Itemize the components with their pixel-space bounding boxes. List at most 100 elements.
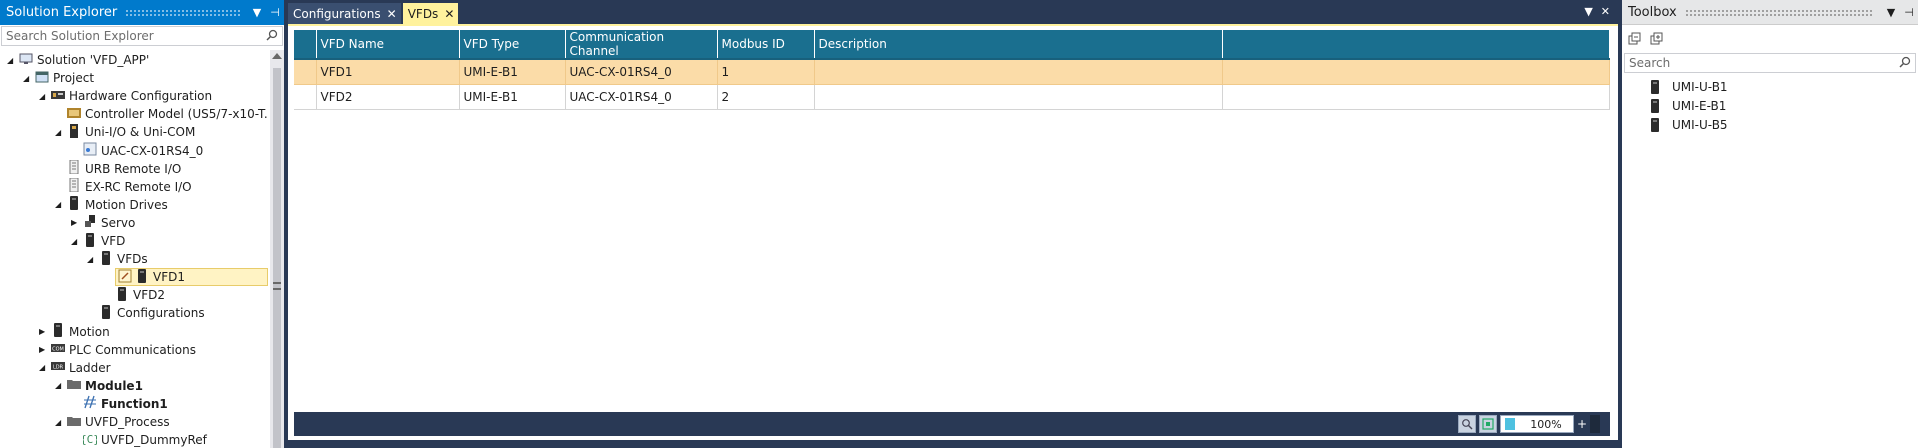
ladder-icon: LDR: [51, 359, 68, 376]
tab-configurations[interactable]: Configurations ✕: [288, 3, 401, 24]
grid-cell[interactable]: VFD2: [316, 84, 460, 110]
expanded-arrow-icon[interactable]: ◢: [55, 413, 65, 431]
tree-node[interactable]: Project: [35, 69, 94, 87]
drive-icon: [1651, 99, 1659, 113]
expanded-arrow-icon[interactable]: ◢: [71, 232, 81, 250]
tree-node[interactable]: Function1: [83, 395, 168, 413]
tree-node[interactable]: Motion Drives: [67, 196, 168, 214]
tree-node[interactable]: COM PLC Communications: [51, 341, 196, 359]
grid-cell[interactable]: [814, 59, 1223, 85]
toolbox-item[interactable]: UMI-U-B5: [1650, 115, 1728, 135]
expanded-arrow-icon[interactable]: ◢: [39, 359, 49, 377]
toolbox-item-label: UMI-E-B1: [1672, 99, 1727, 113]
toolbox-item[interactable]: UMI-E-B1: [1650, 96, 1726, 116]
collapsed-arrow-icon[interactable]: ▶: [39, 323, 49, 341]
grid-cell[interactable]: UMI-E-B1: [459, 84, 566, 110]
column-header[interactable]: Modbus ID: [717, 30, 815, 60]
panel-menu-dropdown-icon[interactable]: ▼: [1882, 6, 1900, 19]
grid-cell[interactable]: UAC-CX-01RS4_0: [565, 59, 718, 85]
expand-all-icon[interactable]: [1650, 32, 1664, 46]
tree-node[interactable]: VFD1: [115, 268, 268, 287]
tab-list-dropdown-icon[interactable]: ▼: [1584, 5, 1592, 18]
tree-node[interactable]: Module1: [67, 377, 143, 395]
search-icon[interactable]: [266, 29, 278, 41]
tree-node-label: PLC Communications: [69, 342, 196, 357]
table-row[interactable]: VFD1 UMI-E-B1 UAC-CX-01RS4_0 1: [294, 59, 1610, 85]
drive-icon: [99, 304, 116, 322]
column-header[interactable]: VFD Name: [316, 30, 460, 60]
tree-node-label: Uni-I/O & Uni-COM: [85, 125, 196, 140]
search-icon[interactable]: [1899, 56, 1911, 68]
column-header[interactable]: Description: [814, 30, 1223, 60]
grid-cell[interactable]: 2: [717, 84, 815, 110]
tree-node[interactable]: Servo: [83, 214, 135, 232]
close-document-icon[interactable]: ✕: [1601, 5, 1610, 18]
tab-label: Configurations: [293, 6, 381, 21]
pin-icon[interactable]: ⊣: [1900, 6, 1918, 19]
magnifier-icon: [1462, 419, 1473, 430]
close-tab-icon[interactable]: ✕: [387, 7, 397, 21]
grid-cell[interactable]: VFD1: [316, 59, 460, 85]
tree-node[interactable]: Motion: [51, 323, 110, 341]
column-header-filler: [1222, 30, 1610, 60]
titlebar-grip: [1684, 8, 1874, 16]
tree-node[interactable]: VFD2: [115, 286, 165, 304]
tree-node[interactable]: VFDs: [99, 250, 148, 268]
row-header[interactable]: [294, 59, 317, 85]
expanded-arrow-icon[interactable]: ◢: [55, 377, 65, 395]
controller-icon: [67, 106, 84, 123]
expanded-arrow-icon[interactable]: ◢: [7, 51, 17, 69]
row-header[interactable]: [294, 84, 317, 110]
zoom-in-icon[interactable]: +: [1577, 417, 1587, 431]
tree-vertical-scrollbar[interactable]: [270, 50, 284, 448]
toolbox-search-input[interactable]: Search: [1629, 56, 1670, 70]
toolbox-search[interactable]: Search: [1624, 53, 1916, 73]
expanded-arrow-icon[interactable]: ◢: [55, 123, 65, 141]
collapsed-arrow-icon[interactable]: ▶: [71, 214, 81, 232]
tree-node[interactable]: EX-RC Remote I/O: [67, 178, 192, 196]
tree-node[interactable]: Uni-I/O & Uni-COM: [67, 123, 195, 141]
column-header[interactable]: Communication Channel: [565, 30, 718, 60]
zoom-box[interactable]: 100%: [1499, 415, 1574, 433]
collapsed-arrow-icon[interactable]: ▶: [39, 341, 49, 359]
zoom-color-swatch: [1504, 418, 1515, 430]
vfd-grid: VFD Name VFD Type Communication Channel Mod…: [294, 30, 1610, 110]
tree-node[interactable]: {C} UVFD_DummyRef: [83, 431, 207, 448]
grid-cell[interactable]: UMI-E-B1: [459, 59, 566, 85]
grid-cell[interactable]: [814, 84, 1223, 110]
tree-node[interactable]: Configurations: [99, 304, 205, 322]
toolbox-item[interactable]: UMI-U-B1: [1650, 77, 1728, 97]
drive-icon: [1651, 118, 1659, 132]
tree-node[interactable]: LDR Ladder: [51, 359, 111, 377]
scroll-up-arrow-icon[interactable]: [272, 53, 282, 59]
table-row[interactable]: VFD2 UMI-E-B1 UAC-CX-01RS4_0 2: [294, 84, 1610, 110]
pin-icon[interactable]: ⊣: [266, 6, 284, 19]
zoom-search-button[interactable]: [1457, 415, 1476, 433]
tree-node-label: Ladder: [69, 360, 111, 375]
grid-cell[interactable]: 1: [717, 59, 815, 85]
tree-node[interactable]: Solution 'VFD_APP': [19, 51, 149, 69]
tree-node[interactable]: UAC-CX-01RS4_0: [83, 142, 203, 160]
expanded-arrow-icon[interactable]: ◢: [23, 69, 33, 87]
solution-explorer-search[interactable]: Search Solution Explorer: [1, 26, 283, 46]
column-header[interactable]: VFD Type: [459, 30, 566, 60]
tree-node[interactable]: UVFD_Process: [67, 413, 170, 431]
panel-menu-dropdown-icon[interactable]: ▼: [248, 6, 266, 19]
tree-node-label: UAC-CX-01RS4_0: [101, 143, 204, 158]
svg-text:COM: COM: [52, 347, 64, 353]
expanded-arrow-icon[interactable]: ◢: [39, 87, 49, 105]
tree-node[interactable]: VFD: [83, 232, 125, 250]
tab-vfds[interactable]: VFDs ✕: [402, 3, 459, 24]
solution-explorer-search-input[interactable]: Search Solution Explorer: [6, 29, 154, 43]
close-tab-icon[interactable]: ✕: [444, 7, 454, 21]
grid-cell[interactable]: UAC-CX-01RS4_0: [565, 84, 718, 110]
expanded-arrow-icon[interactable]: ◢: [55, 196, 65, 214]
expanded-arrow-icon[interactable]: ◢: [87, 250, 97, 268]
scrollbar-thumb[interactable]: [273, 68, 281, 448]
collapse-all-icon[interactable]: [1628, 32, 1642, 46]
toolbox-item-label: UMI-U-B5: [1672, 118, 1728, 132]
fit-view-button[interactable]: [1478, 415, 1497, 433]
tree-node[interactable]: Hardware Configuration: [51, 87, 212, 105]
tree-node[interactable]: Controller Model (US5/7-x10-T...: [67, 105, 268, 123]
tree-node[interactable]: URB Remote I/O: [67, 160, 181, 178]
